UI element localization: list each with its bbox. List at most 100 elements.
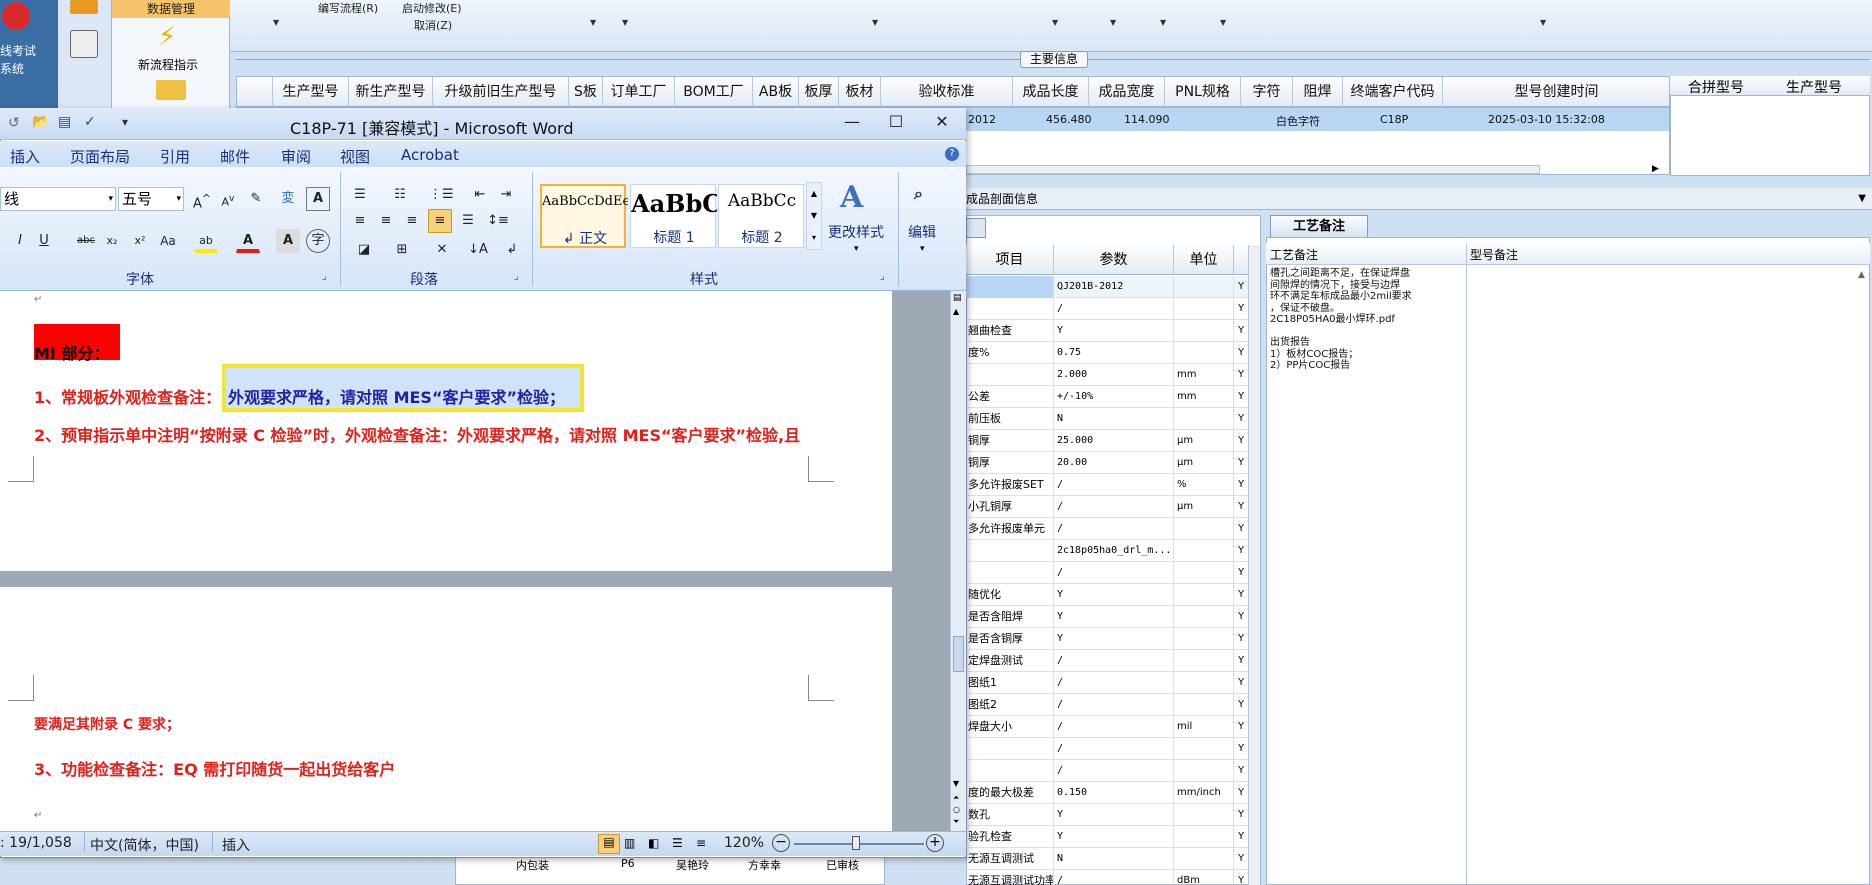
quick-access-menu-icon[interactable]: ▾ xyxy=(122,115,128,129)
new-flow-instruction-link[interactable]: 新流程指示 xyxy=(138,56,198,73)
table-row[interactable]: 铜厚 20.00 μm Y xyxy=(966,452,1248,474)
table-row[interactable]: 是否含铜厚 Y Y xyxy=(966,628,1248,650)
status-insert-mode[interactable]: 插入 xyxy=(222,835,250,855)
grid-column-header[interactable]: 字符 xyxy=(1241,77,1293,108)
grid-column-header[interactable]: 验收标准 xyxy=(881,77,1013,108)
table-row[interactable]: / Y xyxy=(966,738,1248,760)
open-folder-icon[interactable]: 📂 xyxy=(32,114,49,130)
grid-column-header[interactable]: 板厚 xyxy=(799,77,839,108)
table-row[interactable]: 无源互调测试功率 / dBm Y xyxy=(966,870,1248,885)
zoom-out-icon[interactable]: − xyxy=(772,834,790,852)
subscript-icon[interactable]: x₂ xyxy=(100,229,124,253)
grid-column-header[interactable]: 成品长度 xyxy=(1013,77,1089,108)
paragraph-dialog-launcher-icon[interactable]: ⌟ xyxy=(514,271,519,282)
tab-view[interactable]: 视图 xyxy=(340,146,370,167)
menu-cancel[interactable]: 取消(Z) xyxy=(414,17,452,33)
draft-view-icon[interactable]: ≡ xyxy=(696,836,706,850)
zoom-in-icon[interactable]: + xyxy=(926,834,944,852)
calculator-icon[interactable] xyxy=(70,30,98,58)
table-row[interactable]: 2.000 mm Y xyxy=(966,364,1248,386)
zoom-level[interactable]: 120% xyxy=(724,835,764,851)
doc-line1-selection[interactable]: 外观要求严格，请对照 MES“客户要求”检验； xyxy=(228,384,565,408)
print-layout-view-icon[interactable]: ▤ xyxy=(598,834,620,854)
dropdown-arrow-icon[interactable]: ▾ xyxy=(108,188,113,210)
collapse-icon[interactable]: ▼ xyxy=(1858,188,1866,210)
style-normal[interactable]: AaBbCcDdEe ↲ 正文 xyxy=(540,184,628,248)
line-spacing-icon[interactable]: ↕≡ xyxy=(486,209,510,233)
maximize-icon[interactable]: ☐ xyxy=(878,110,914,134)
grid-column-header[interactable]: PNL规格 xyxy=(1165,77,1241,108)
spellcheck-icon[interactable]: ✓ xyxy=(84,114,96,130)
minimize-icon[interactable]: — xyxy=(834,110,870,134)
increase-indent-icon[interactable]: ⇥ xyxy=(494,183,518,207)
zoom-slider-thumb[interactable] xyxy=(852,836,860,850)
dropdown-arrow-icon[interactable]: ▼ xyxy=(1220,18,1226,27)
tab-mailings[interactable]: 邮件 xyxy=(220,146,250,167)
strikethrough-icon[interactable]: abc xyxy=(74,229,98,253)
font-dialog-launcher-icon[interactable]: ⌟ xyxy=(322,271,327,282)
table-row[interactable]: / Y xyxy=(966,298,1248,320)
table-row[interactable]: QJ201B-2012 Y xyxy=(966,276,1248,298)
table-row[interactable]: / Y xyxy=(966,562,1248,584)
align-center-icon[interactable]: ≡ xyxy=(374,209,398,233)
table-row[interactable]: 定焊盘测试 / Y xyxy=(966,650,1248,672)
scroll-up-icon[interactable]: ▲ xyxy=(1858,270,1865,280)
doc-line4[interactable]: 3、功能检查备注：EQ 需打印随货一起出货给客户 xyxy=(34,756,395,780)
params-tab[interactable] xyxy=(966,218,986,238)
dropdown-arrow-icon[interactable]: ▼ xyxy=(1052,18,1058,27)
decrease-indent-icon[interactable]: ⇤ xyxy=(468,183,492,207)
document-vertical-scrollbar[interactable]: ▤ ▲ ▼ ⏶ ○ ⏷ xyxy=(950,291,966,831)
table-row[interactable]: 多允许报废SET /% Y xyxy=(966,474,1248,496)
style-heading-2[interactable]: AaBbCc 标题 2 xyxy=(718,184,804,248)
table-row[interactable]: 是否含阻焊 Y Y xyxy=(966,606,1248,628)
lightning-icon[interactable]: ⚡ xyxy=(158,22,176,52)
dropdown-arrow-icon[interactable]: ▼ xyxy=(1540,18,1546,27)
undo-icon[interactable]: ↺ xyxy=(8,115,20,131)
asian-layout-icon[interactable]: ✕ xyxy=(430,238,454,262)
status-language[interactable]: 中文(简体，中国) xyxy=(90,835,199,855)
data-management-header[interactable]: 数据管理 xyxy=(112,0,230,18)
bullets-icon[interactable]: ☰ xyxy=(348,183,372,207)
table-row[interactable]: 焊盘大小 / mil Y xyxy=(966,716,1248,738)
tab-review[interactable]: 审阅 xyxy=(281,146,311,167)
numbering-icon[interactable]: ☷ xyxy=(388,183,412,207)
character-shading-icon[interactable]: A xyxy=(276,229,300,253)
italic-icon[interactable]: I xyxy=(8,229,32,253)
full-screen-reading-icon[interactable]: ▥ xyxy=(624,836,635,850)
table-row[interactable]: 铜厚 25.000 μm Y xyxy=(966,430,1248,452)
horizontal-scrollbar[interactable] xyxy=(966,165,1540,174)
dropdown-arrow-icon[interactable]: ▼ xyxy=(590,18,596,27)
character-border-icon[interactable]: A xyxy=(306,187,330,211)
dropdown-arrow-icon[interactable]: ▼ xyxy=(872,18,878,27)
find-icon[interactable]: ⌕ xyxy=(914,184,923,204)
previous-page-icon[interactable]: ⏶ xyxy=(953,793,959,803)
table-row[interactable]: 公差 +/-10% mm Y xyxy=(966,386,1248,408)
dropdown-arrow-icon[interactable]: ▾ xyxy=(920,244,925,254)
grid-column-header[interactable]: 终端客户代码 xyxy=(1343,77,1443,108)
edit-button[interactable]: 编辑 xyxy=(908,222,936,242)
justify-icon[interactable]: ≡ xyxy=(428,209,452,233)
multilevel-list-icon[interactable]: ⋮☰ xyxy=(428,183,455,207)
grid-column-header[interactable]: 型号创建时间 xyxy=(1443,77,1671,108)
outline-view-icon[interactable]: ☰ xyxy=(672,836,683,850)
tab-page-layout[interactable]: 页面布局 xyxy=(70,146,130,167)
scroll-up-icon[interactable]: ▲ xyxy=(953,307,959,316)
grow-font-icon[interactable]: A^ xyxy=(190,187,214,211)
params-column-param[interactable]: 参数 xyxy=(1054,245,1174,275)
grid-column-header[interactable]: S板 xyxy=(569,77,603,108)
styles-scroll[interactable]: ▲ ▼ ▾ xyxy=(806,182,822,250)
superscript-icon[interactable]: x² xyxy=(128,229,152,253)
scroll-thumb[interactable] xyxy=(953,636,964,672)
scroll-right-icon[interactable]: ▶ xyxy=(1652,164,1659,174)
table-row[interactable]: 小孔铜厚 / μm Y xyxy=(966,496,1248,518)
table-row[interactable]: 度的最大极差 0.150 mm/inch Y xyxy=(966,782,1248,804)
browse-object-icon[interactable]: ○ xyxy=(953,805,960,814)
dropdown-arrow-icon[interactable]: ▾ xyxy=(176,188,181,210)
change-styles-button[interactable]: 更改样式 xyxy=(828,222,884,242)
grid-column-header[interactable]: BOM工厂 xyxy=(675,77,753,108)
shrink-font-icon[interactable]: Av xyxy=(216,187,240,211)
style-heading-1[interactable]: AaBbC 标题 1 xyxy=(630,184,717,248)
grid-column-header[interactable]: 成品宽度 xyxy=(1089,77,1165,108)
table-row[interactable]: 图纸2/ Y xyxy=(966,694,1248,716)
help-icon[interactable]: ? xyxy=(945,147,959,161)
